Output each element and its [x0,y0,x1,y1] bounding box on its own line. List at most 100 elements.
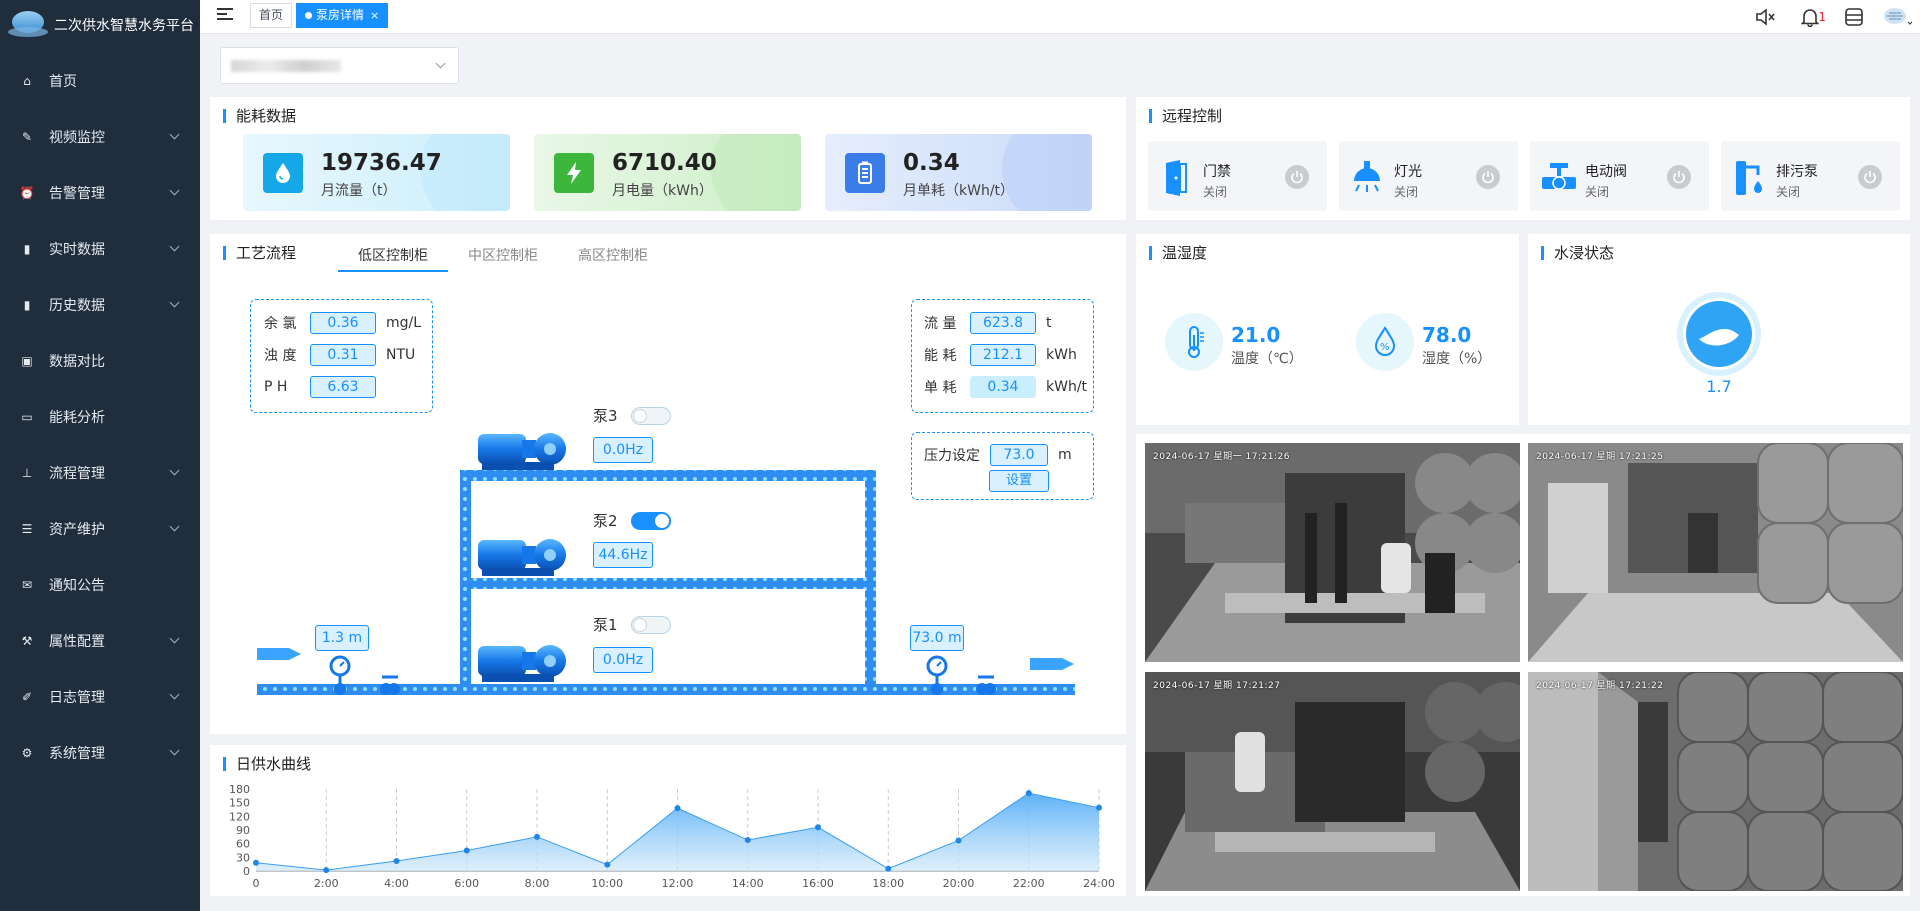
camera-timestamp: 2024-06-17 星期 17:21:27 [1153,681,1281,691]
bell-icon[interactable]: 1 [1788,0,1832,34]
power-button[interactable] [1285,165,1309,189]
tags-view: 首页 泵房详情 × [250,3,389,28]
sidebar-item-0[interactable]: ⌂ 首页 [0,53,200,109]
sidebar-item-7[interactable]: ⊥ 流程管理 [0,445,200,501]
chevron-down-icon [169,297,180,308]
sidebar-item-6[interactable]: ▭ 能耗分析 [0,389,200,445]
data-point [1096,804,1102,811]
tab-label: 首页 [259,8,284,22]
pump-2-label: 泵2 [593,512,618,530]
temp-humidity-panel: 温湿度 21.0 温度（℃） % 78.0 湿度（%） [1136,234,1519,425]
chevron-down-icon [169,745,180,756]
chevron-down-icon [169,521,180,532]
edit-icon: ✐ [21,690,33,704]
sidebar-item-3[interactable]: ▮ 实时数据 [0,221,200,277]
sidebar-item-1[interactable]: ✎ 视频监控 [0,109,200,165]
flood-gauge-icon [1677,292,1761,376]
camera-timestamp: 2024-06-17 星期一 17:21:26 [1153,452,1290,462]
pump-1-label: 泵1 [593,616,618,634]
inlet-arrow-icon [257,648,301,660]
camera-feed-3[interactable]: 2024-06-17 星期 17:21:27 [1145,672,1520,891]
pump-2-icon [478,539,566,576]
hamburger-icon[interactable] [217,8,233,22]
header-pipe-top [460,470,876,481]
sidebar-item-2[interactable]: ⏰ 告警管理 [0,165,200,221]
layout-icon[interactable] [1832,0,1876,34]
monthly-flow-value: 19736.47 [321,150,442,176]
camera-feed-1[interactable]: 2024-06-17 星期一 17:21:26 [1145,443,1520,662]
data-point [885,865,892,872]
close-icon[interactable]: × [370,9,379,22]
camera-feed-2[interactable]: 2024-06-17 星期 17:21:25 [1528,443,1903,662]
supply-curve-panel: 日供水曲线 180 150 120 90 60 30 0 0 2:00 4:00 6:00 8:00 1… [210,745,1126,896]
energy-card-unit: 0.34 月单耗（kWh/t） [825,134,1092,211]
y-tick-label: 30 [236,851,250,864]
humidity-label: 湿度（%） [1422,351,1492,367]
x-tick-label: 6:00 [454,877,479,890]
data-point [534,833,540,840]
y-tick-label: 180 [229,783,250,796]
power-button[interactable] [1476,165,1500,189]
station-select[interactable] [220,47,459,84]
sidebar-item-8[interactable]: ☰ 资产维护 [0,501,200,557]
tab-home[interactable]: 首页 [250,3,293,28]
energy-card-flow: 19736.47 月流量（t） [243,134,510,211]
camera-feed-4[interactable]: 2024-06-17 星期 17:21:22 [1528,672,1903,891]
sidebar-item-11[interactable]: ✐ 日志管理 [0,669,200,725]
sidebar-item-10[interactable]: ⚒ 属性配置 [0,613,200,669]
bar-chart-icon: ▮ [23,242,31,256]
chevron-down-icon [169,689,180,700]
mute-icon[interactable] [1744,0,1788,34]
remote-name: 灯光 [1394,164,1422,180]
remote-sewage-pump: 排污泵 关闭 [1721,141,1900,211]
avatar[interactable] [1876,0,1920,34]
lamp-icon [1351,159,1383,195]
y-tick-label: 60 [236,838,250,851]
x-tick-label: 20:00 [943,877,975,890]
flood-value: 1.7 [1706,377,1732,396]
remote-status: 关闭 [1585,185,1610,199]
remote-door: 门禁 关闭 [1148,141,1327,211]
valve-icon [1542,159,1576,195]
pump-1-frequency: 0.0Hz [593,647,653,673]
sidebar-item-label: 系统管理 [49,746,105,762]
pump-3-toggle[interactable] [631,407,671,425]
card-decoration [1002,134,1092,211]
chevron-down-icon [435,58,446,69]
sidebar-item-label: 资产维护 [49,522,105,538]
sidebar-item-12[interactable]: ⚙ 系统管理 [0,725,200,781]
x-tick-label: 16:00 [802,877,834,890]
sidebar-item-5[interactable]: ▣ 数据对比 [0,333,200,389]
sewage-pump-icon [1733,159,1765,195]
monthly-power-label: 月电量（kWh） [612,183,713,199]
data-point [674,805,681,812]
inlet-pressure-value: 1.3 m [315,625,369,651]
power-button[interactable] [1858,165,1882,189]
monitor-icon: ▭ [21,410,33,424]
temperature-label: 温度（℃） [1231,351,1303,367]
monthly-flow-label: 月流量（t） [321,183,397,199]
remote-name: 电动阀 [1585,164,1627,180]
tab-pump-room-detail[interactable]: 泵房详情 × [296,3,389,28]
supply-curve-chart: 18015012090603000 2:00 4:00 6:00 8:00 10:00 12… [229,783,1115,890]
pump-2-toggle[interactable] [631,512,671,530]
inlet-valve-icon [380,675,400,695]
sidebar-item-4[interactable]: ▮ 历史数据 [0,277,200,333]
flood-panel: 水浸状态 1.7 [1528,234,1910,425]
card-decoration [711,134,801,211]
gear-icon: ⚙ [21,746,33,760]
pump-1-toggle[interactable] [631,616,671,634]
brand[interactable]: 二次供水智慧水务平台 [0,0,200,50]
message-icon: ✉ [21,578,33,592]
x-tick-label: 22:00 [1013,877,1045,890]
data-point [253,859,259,866]
x-tick-label: 2:00 [314,877,339,890]
outlet-pressure-value: 73.0 m [910,625,964,651]
sidebar-item-9[interactable]: ✉ 通知公告 [0,557,200,613]
sidebar-item-label: 属性配置 [49,634,105,650]
x-tick-label: 0 [253,877,260,890]
chevron-down-icon [169,465,180,476]
power-button[interactable] [1667,165,1691,189]
data-point [744,837,751,844]
station-name-blurred [231,60,341,72]
